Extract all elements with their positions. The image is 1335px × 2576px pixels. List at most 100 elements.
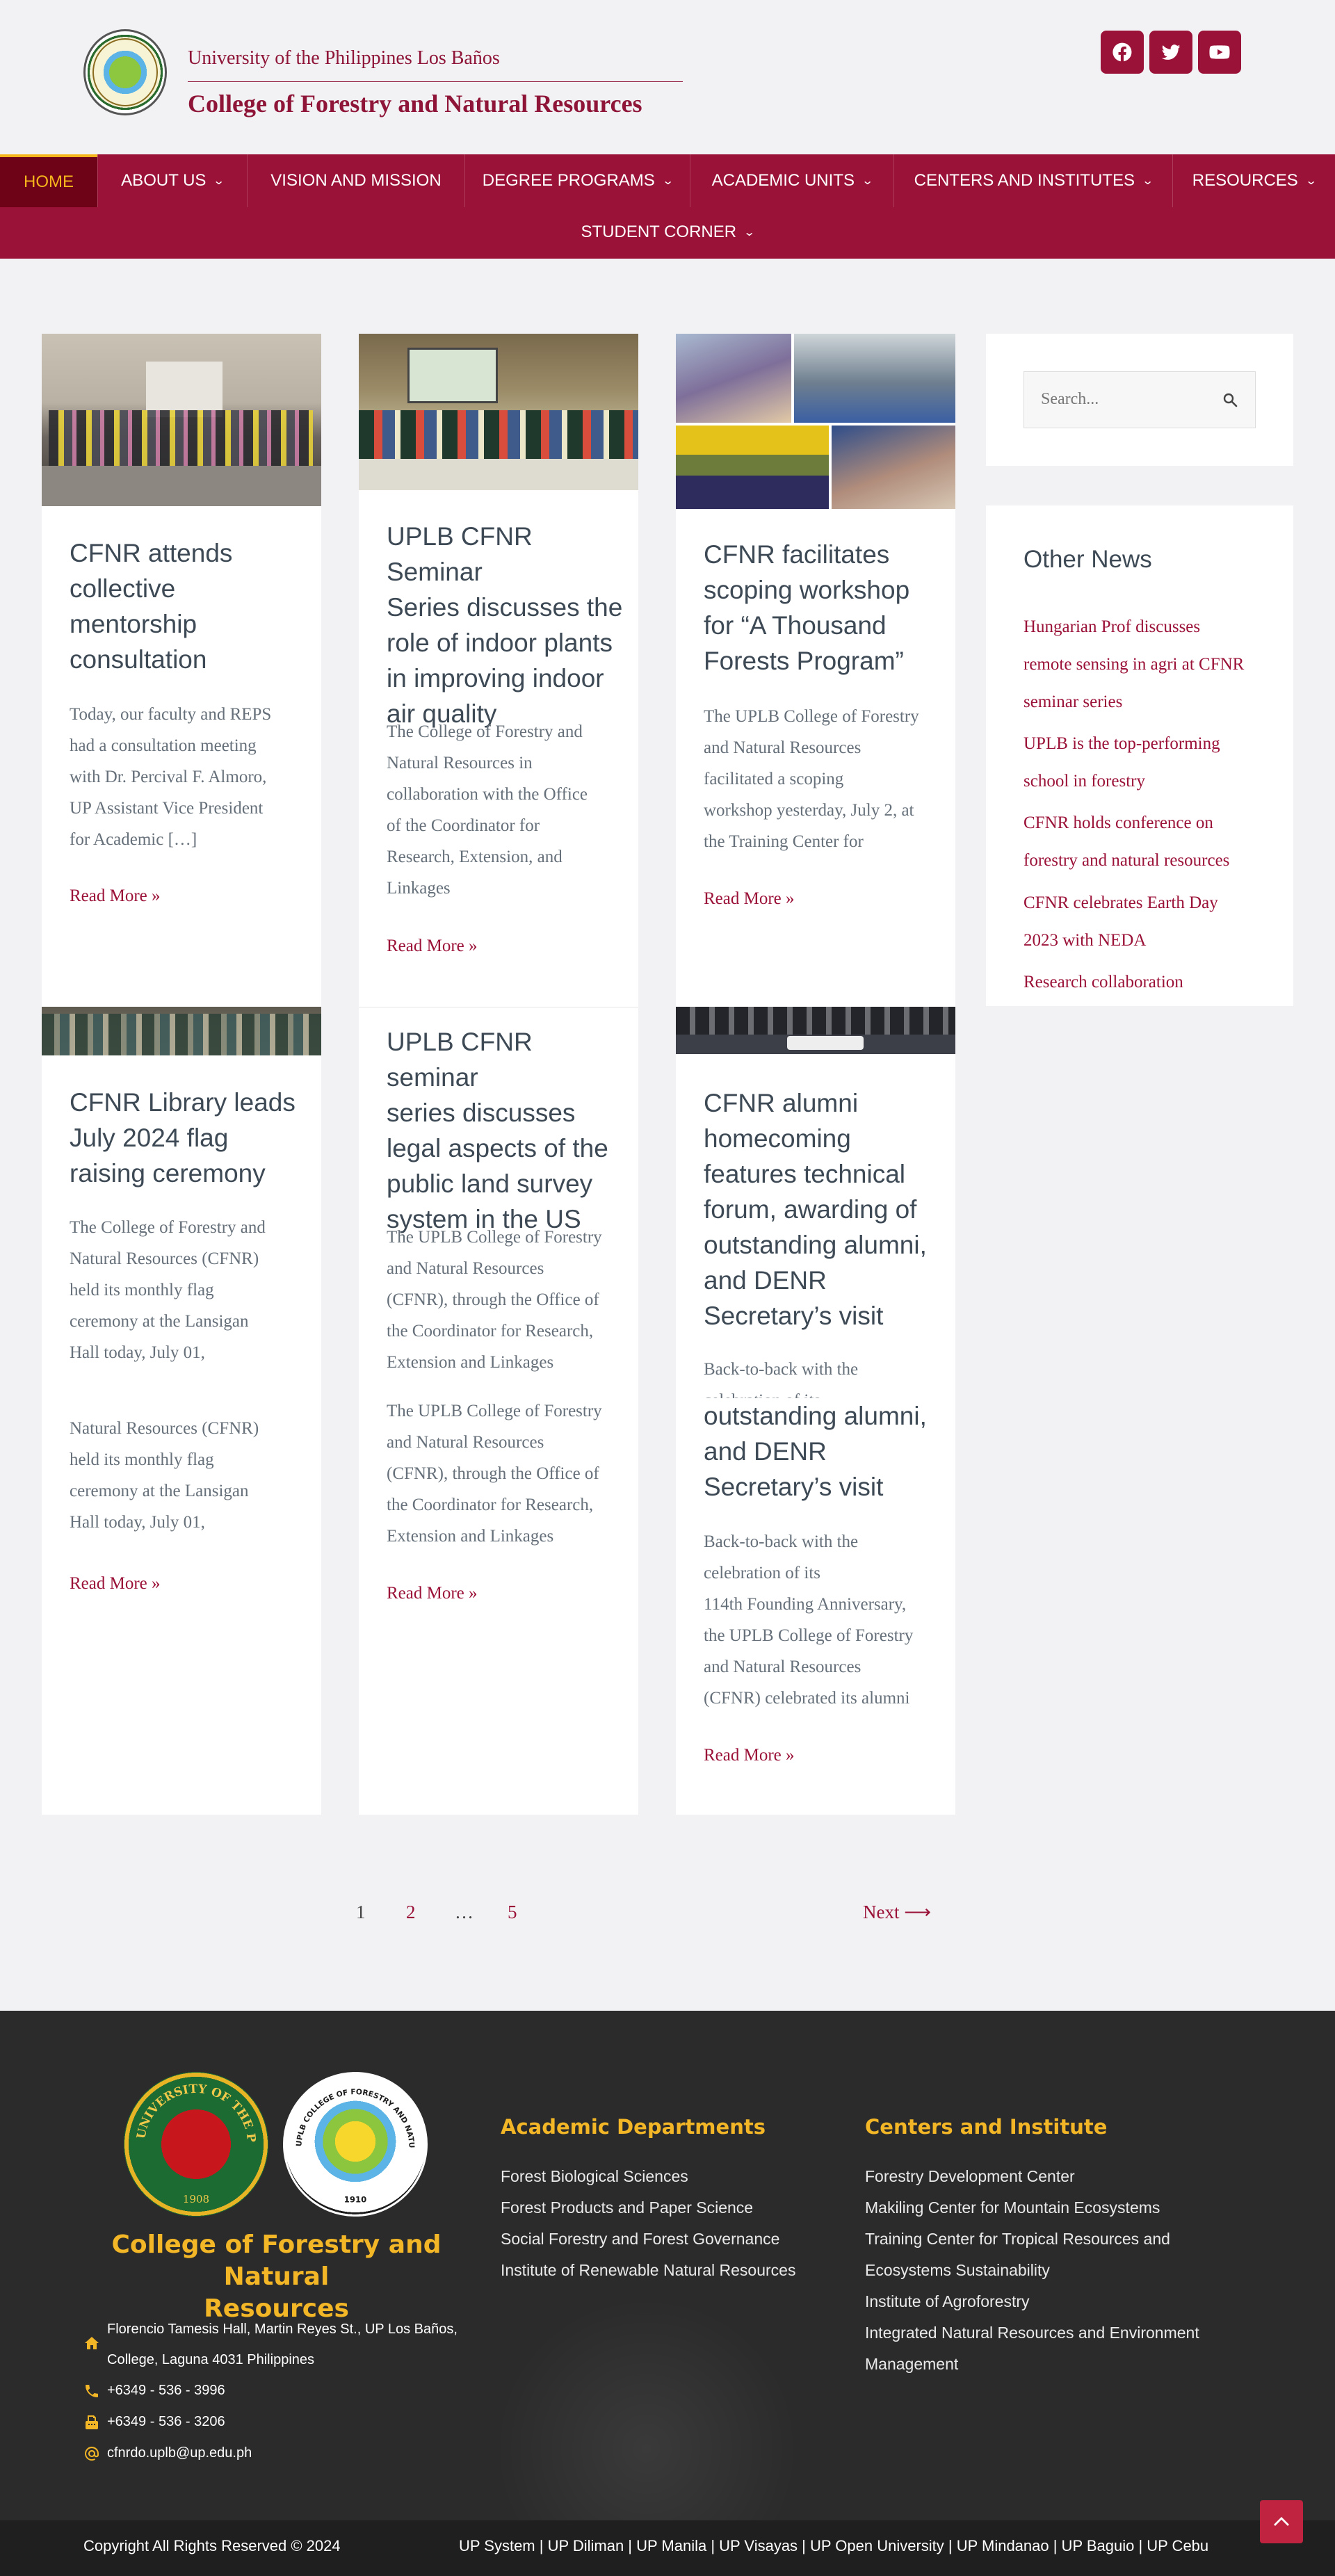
read-more-link[interactable]: Read More » <box>387 937 478 956</box>
footer-department-link[interactable]: Social Forestry and Forest Governance <box>501 2223 795 2255</box>
excerpt-line: Research, Extension, and <box>387 848 563 866</box>
copyright-text: Copyright All Rights Reserved © 2024 <box>83 2537 341 2554</box>
stage-table-image <box>787 1036 864 1050</box>
footer-department-link[interactable]: Forest Biological Sciences <box>501 2161 795 2192</box>
post-title-line: Series discusses the <box>387 593 623 622</box>
excerpt-line: UP Assistant Vice President <box>70 799 264 818</box>
footer-email[interactable]: cfnrdo.uplb@up.edu.ph <box>107 2438 252 2468</box>
up-seal-logo[interactable]: UNIVERSITY OF THE PHILIPPINES 1908 <box>118 2061 268 2217</box>
read-more-link[interactable]: Read More » <box>387 1584 478 1603</box>
footer-center-link[interactable]: Makiling Center for Mountain Ecosystems <box>865 2192 1199 2223</box>
footer-center-link[interactable]: Integrated Natural Resources and Environ… <box>865 2317 1199 2349</box>
post-excerpt: The College of Forestry and Natural Reso… <box>387 716 623 904</box>
search-input[interactable]: Search... <box>1024 371 1256 428</box>
news-link[interactable]: CFNR holds conference on forestry and na… <box>1024 804 1260 880</box>
post-thumbnail[interactable] <box>676 334 955 509</box>
university-name[interactable]: University of the Philippines Los Baños <box>188 47 500 70</box>
chevron-up-icon <box>1274 2517 1289 2526</box>
post-title[interactable]: UPLB CFNR Seminar Series discusses the r… <box>387 519 623 731</box>
scroll-to-top-button[interactable] <box>1260 2500 1303 2543</box>
footer-department-link[interactable]: Institute of Renewable Natural Resources <box>501 2255 795 2286</box>
read-more-link[interactable]: Read More » <box>70 886 161 906</box>
footer-fax[interactable]: +6349 - 536 - 3206 <box>107 2406 225 2437</box>
address-line: Florencio Tamesis Hall, Martin Reyes St.… <box>107 2322 458 2337</box>
excerpt-line: and Natural Resources <box>704 738 861 757</box>
footer-center-link[interactable]: Management <box>865 2349 1199 2380</box>
phone-icon <box>83 2383 100 2399</box>
up-system-links[interactable]: UP System | UP Diliman | UP Manila | UP … <box>459 2537 1208 2555</box>
news-link[interactable]: UPLB is the top-performing school in for… <box>1024 725 1260 800</box>
post-excerpt: The UPLB College of Forestry and Natural… <box>704 701 944 857</box>
nav-vision-and-mission[interactable]: VISION AND MISSION <box>248 154 464 207</box>
pagination-next-link[interactable]: Next ⟶ <box>863 1902 931 1923</box>
chevron-down-icon: ⌄ <box>1304 175 1318 187</box>
footer-department-link[interactable]: Forest Products and Paper Science <box>501 2192 795 2223</box>
news-link[interactable]: CFNR celebrates Earth Day 2023 with NEDA <box>1024 884 1260 959</box>
post-title[interactable]: CFNR attends collective mentorship consu… <box>70 535 299 677</box>
excerpt-line: Natural Resources in <box>387 754 533 772</box>
pagination-page-link[interactable]: 5 <box>508 1902 517 1923</box>
nav-degree-label: DEGREE PROGRAMS <box>482 171 655 190</box>
chevron-down-icon: ⌄ <box>1141 175 1154 187</box>
footer-phone[interactable]: +6349 - 536 - 3996 <box>107 2375 225 2406</box>
footer-center-link[interactable]: Forestry Development Center <box>865 2161 1199 2192</box>
nav-home[interactable]: HOME <box>0 154 97 207</box>
nav-student-label: STUDENT CORNER <box>581 222 737 241</box>
post-thumbnail[interactable] <box>42 1007 321 1055</box>
twitter-icon[interactable] <box>1149 31 1192 74</box>
excerpt-line: the Training Center for <box>704 832 864 851</box>
read-more-link[interactable]: Read More » <box>70 1574 161 1594</box>
cfnr-seal-logo[interactable]: UPLB COLLEGE OF FORESTRY AND NATURAL RES… <box>282 2067 428 2217</box>
excerpt-line: ceremony at the Lansigan <box>70 1312 249 1331</box>
news-link-line: 2023 with NEDA <box>1024 931 1147 950</box>
footer-center-link[interactable]: Ecosystems Sustainability <box>865 2255 1199 2286</box>
post-title[interactable]: CFNR alumni homecoming features technica… <box>704 1085 944 1334</box>
excerpt-line: facilitated a scoping <box>704 770 844 788</box>
post-title[interactable]: UPLB CFNR seminar series discusses legal… <box>387 1024 623 1237</box>
excerpt-line: the Coordinator for Research, <box>387 1496 594 1514</box>
facebook-icon[interactable] <box>1101 31 1144 74</box>
search-icon[interactable] <box>1222 391 1238 408</box>
footer-center-link[interactable]: Training Center for Tropical Resources a… <box>865 2223 1199 2255</box>
post-title-line: CFNR attends <box>70 539 233 567</box>
nav-centers-and-institutes[interactable]: CENTERS AND INSTITUTES ⌄ <box>894 154 1172 207</box>
fax-icon <box>83 2414 100 2431</box>
news-link[interactable]: Hungarian Prof discusses remote sensing … <box>1024 608 1260 721</box>
excerpt-line: the UPLB College of Forestry <box>704 1626 914 1645</box>
news-link-line: Research collaboration <box>1024 973 1183 991</box>
excerpt-line: had a consultation meeting <box>70 736 257 755</box>
post-title-line: CFNR facilitates <box>704 540 890 569</box>
cfnr-logo[interactable] <box>83 29 167 115</box>
read-more-link[interactable]: Read More » <box>704 889 795 909</box>
chevron-down-icon: ⌄ <box>661 175 674 187</box>
nav-resources[interactable]: RESOURCES ⌄ <box>1173 154 1335 207</box>
excerpt-line: collaboration with the Office <box>387 785 588 804</box>
college-name[interactable]: College of Forestry and Natural Resource… <box>188 89 642 118</box>
nav-about-us[interactable]: ABOUT US ⌄ <box>98 154 247 207</box>
nav-student-corner[interactable]: STUDENT CORNER ⌄ <box>570 206 765 259</box>
post-thumbnail[interactable] <box>676 1007 955 1054</box>
collage-photo <box>676 334 791 423</box>
flag-ceremony-image <box>42 1014 321 1055</box>
post-thumbnail[interactable] <box>42 334 321 506</box>
post-title-line: collective <box>70 574 176 603</box>
news-link-line: school in forestry <box>1024 772 1145 791</box>
pagination-page-link[interactable]: 2 <box>406 1902 416 1923</box>
collage-photo <box>832 426 955 509</box>
news-link-line: forestry and natural resources <box>1024 851 1230 870</box>
post-title[interactable]: CFNR Library leads July 2024 flag raisin… <box>70 1085 306 1191</box>
nav-resources-label: RESOURCES <box>1192 171 1298 190</box>
post-title-line: series discusses <box>387 1099 576 1127</box>
youtube-icon[interactable] <box>1198 31 1241 74</box>
post-title-line: raising ceremony <box>70 1159 266 1188</box>
nav-degree-programs[interactable]: DEGREE PROGRAMS ⌄ <box>465 154 690 207</box>
post-thumbnail[interactable] <box>359 334 638 490</box>
news-link[interactable]: Research collaboration <box>1024 964 1260 1001</box>
home-icon <box>83 2335 100 2351</box>
post-title-line: outstanding alumni, <box>704 1231 927 1259</box>
read-more-link[interactable]: Read More » <box>704 1746 795 1765</box>
nav-academic-units[interactable]: ACADEMIC UNITS ⌄ <box>690 154 893 207</box>
post-title-line: forum, awarding of <box>704 1195 917 1224</box>
post-title[interactable]: CFNR facilitates scoping workshop for “A… <box>704 537 940 679</box>
footer-center-link[interactable]: Institute of Agroforestry <box>865 2286 1199 2317</box>
